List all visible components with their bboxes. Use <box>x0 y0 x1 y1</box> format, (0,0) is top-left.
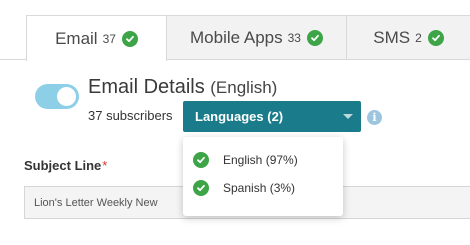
tab-sms-label: SMS <box>373 28 411 47</box>
subscriber-count: 37 subscribers <box>88 108 173 123</box>
subject-line-label: Subject Line* <box>24 158 107 173</box>
tab-sms-count: 2 <box>415 31 422 45</box>
tab-email[interactable]: Email 37 <box>26 15 167 61</box>
tab-mobile-apps-count: 33 <box>287 31 301 45</box>
check-circle-icon <box>193 152 209 168</box>
language-option-label: Spanish (3%) <box>223 181 296 195</box>
check-circle-icon <box>427 30 444 46</box>
check-circle-icon <box>121 30 138 47</box>
language-option-english[interactable]: English (97%) <box>193 150 298 170</box>
required-mark: * <box>102 158 108 173</box>
check-circle-icon <box>193 180 209 196</box>
details-language: (English) <box>210 78 278 97</box>
channel-tabbar: Email 37 Mobile Apps 33 SMS 2 <box>0 0 470 61</box>
check-circle-icon <box>306 30 323 46</box>
toggle-knob <box>57 87 76 106</box>
tab-email-label: Email <box>55 28 98 48</box>
tab-email-count: 37 <box>102 31 116 46</box>
language-option-spanish[interactable]: Spanish (3%) <box>193 178 295 198</box>
languages-select-label: Languages (2) <box>195 109 284 124</box>
info-icon[interactable]: i <box>367 110 382 125</box>
subject-line-label-text: Subject Line <box>24 158 102 173</box>
details-heading: Email Details (English) <box>88 76 277 99</box>
languages-select[interactable]: Languages (2) <box>183 101 361 132</box>
email-details-toggle[interactable] <box>35 84 79 109</box>
language-option-label: English (97%) <box>223 153 298 167</box>
caret-down-icon <box>343 114 353 119</box>
tab-sms[interactable]: SMS 2 <box>346 15 470 60</box>
tab-mobile-apps[interactable]: Mobile Apps 33 <box>166 15 347 60</box>
details-title: Email Details <box>88 76 205 98</box>
languages-dropdown: English (97%) Spanish (3%) <box>183 137 343 216</box>
tab-mobile-apps-label: Mobile Apps <box>190 28 283 47</box>
